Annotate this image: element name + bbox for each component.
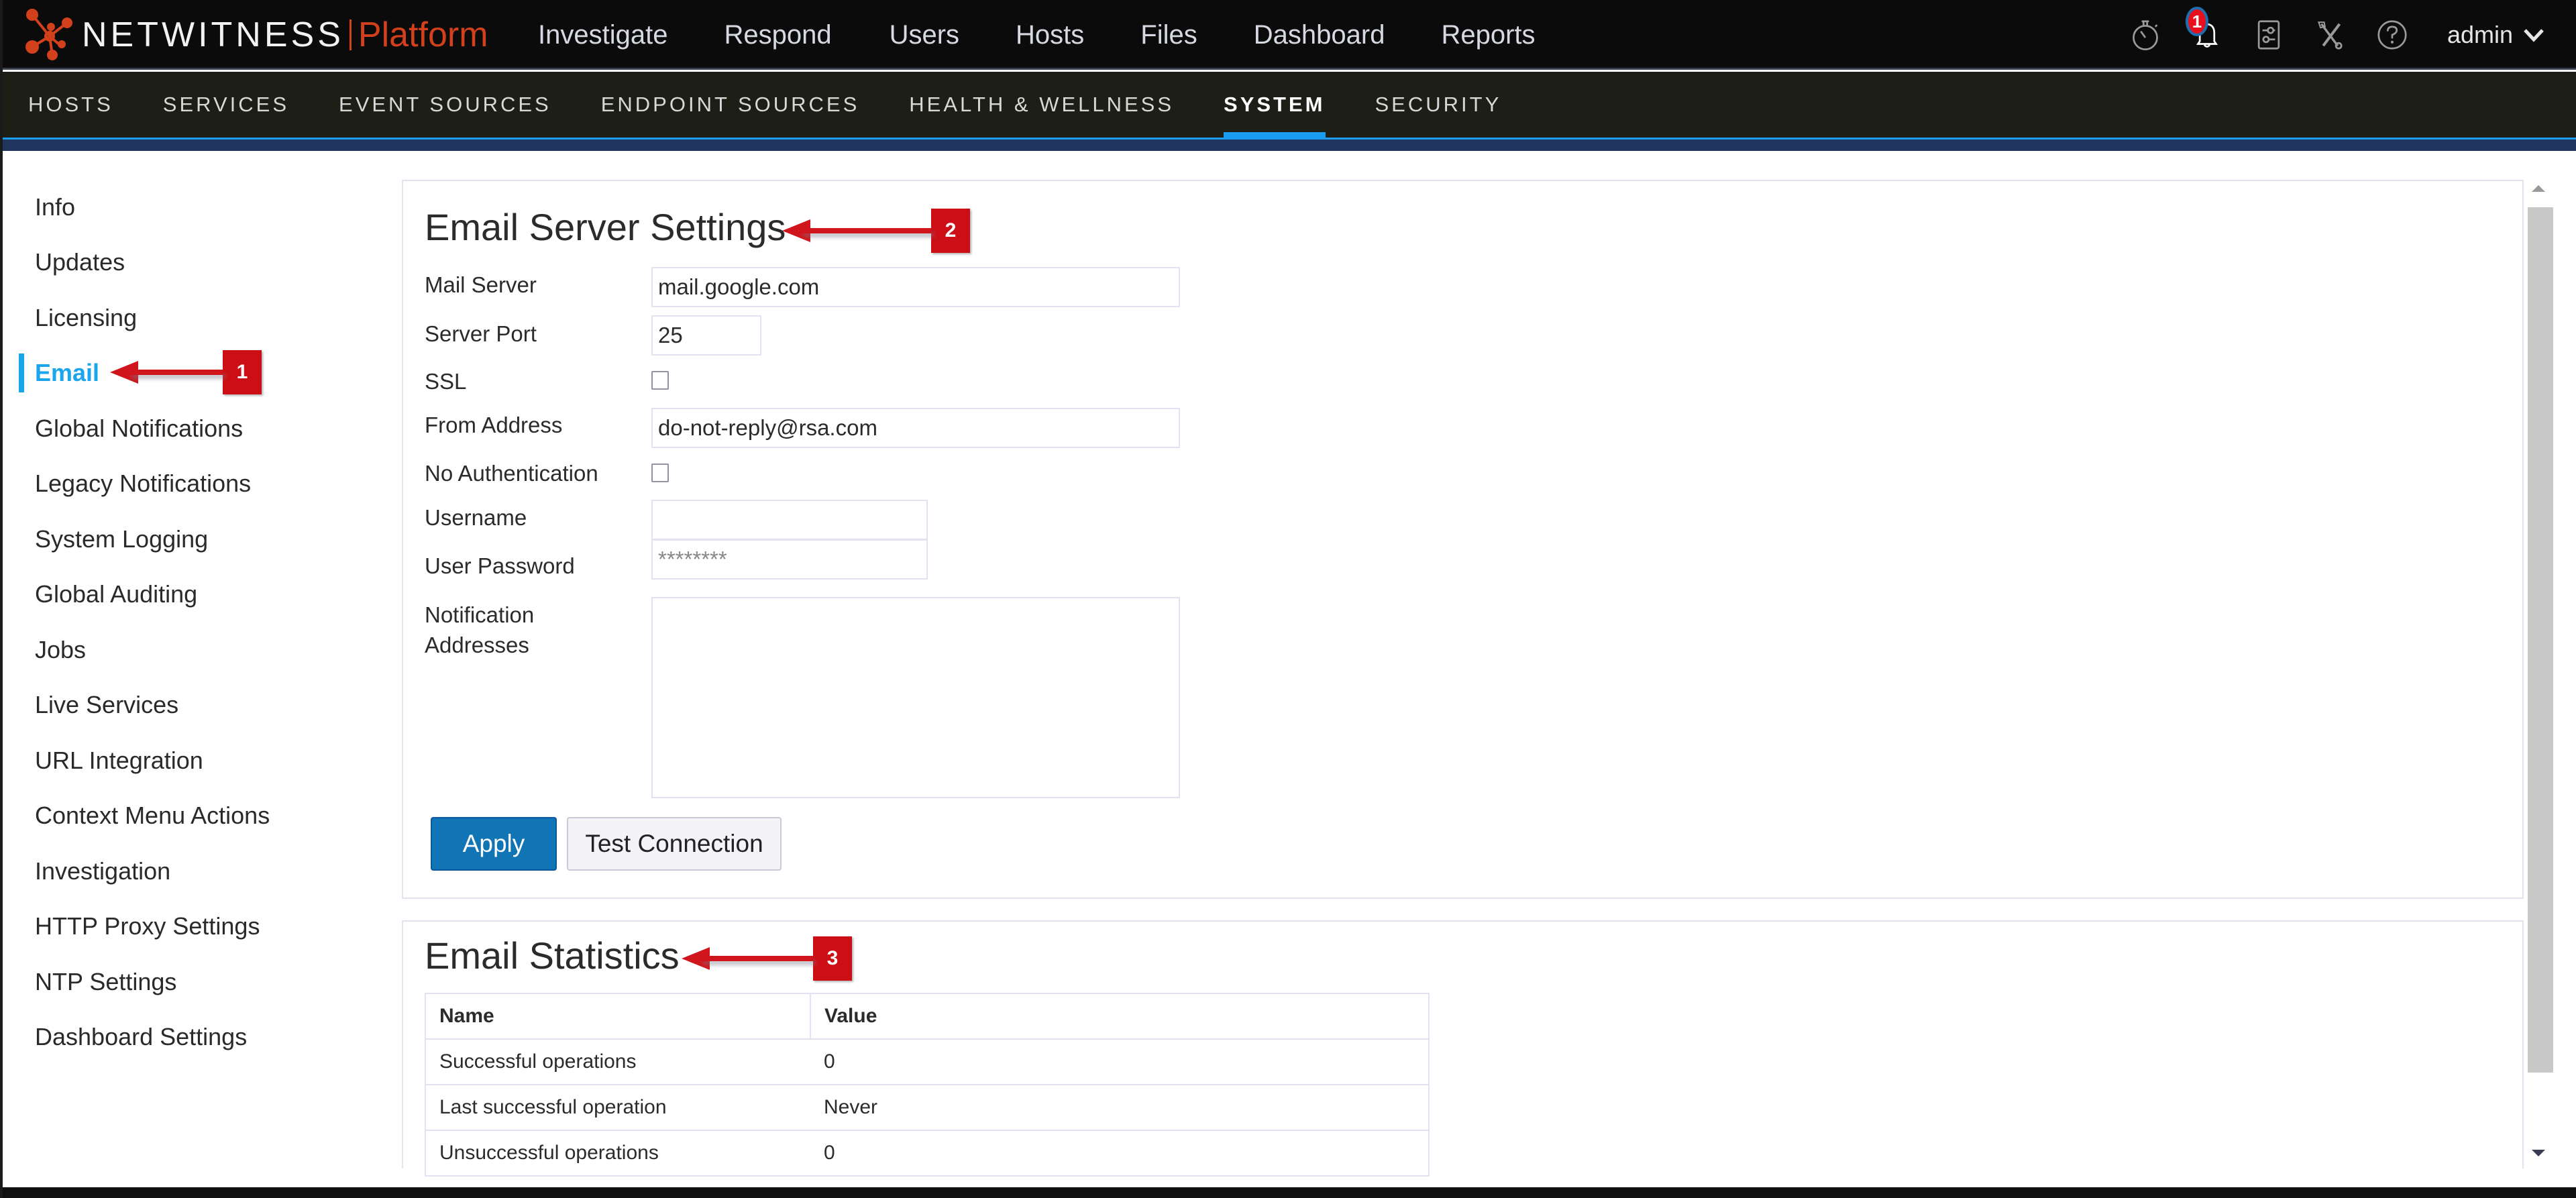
no-authentication-label: No Authentication [425,461,598,486]
sidebar-item-http-proxy-settings[interactable]: HTTP Proxy Settings [35,910,260,942]
email-statistics-title: Email Statistics [425,934,680,977]
from-address-input[interactable] [651,408,1180,448]
from-address-label: From Address [425,413,563,437]
brand-product: Platform [358,15,488,54]
nav-respond[interactable]: Respond [724,17,831,52]
window-bottom-edge [3,1187,2576,1198]
tools-icon [2317,21,2343,50]
sidebar-item-jobs[interactable]: Jobs [35,634,86,666]
app-window: NETWITNESS Platform Investigate Respond … [0,0,2576,1198]
email-statistics-panel: Email Statistics Name Value Successful o… [402,920,2524,1177]
column-header-value: Value [810,993,1430,1040]
username-input[interactable] [651,500,928,540]
sub-nav: HOSTS SERVICES EVENT SOURCES ENDPOINT SO… [3,72,2576,138]
table-row: Unsuccessful operations 0 [425,1130,1430,1177]
nav-users[interactable]: Users [890,17,959,52]
sidebar-item-url-integration[interactable]: URL Integration [35,745,203,777]
sidebar-item-legacy-notifications[interactable]: Legacy Notifications [35,468,251,500]
sidebar-item-licensing[interactable]: Licensing [35,302,137,334]
scroll-up-arrow-icon[interactable] [2532,185,2545,192]
scroll-down-arrow-icon[interactable] [2532,1150,2545,1156]
table-row: Successful operations 0 [425,1038,1430,1085]
table-row: Last successful operation Never [425,1084,1430,1131]
notifications-button[interactable]: 1 [2185,7,2227,55]
sidebar: Info Updates Licensing Email Global Noti… [3,151,398,1187]
notification-addresses-label-line2: Addresses [425,633,529,657]
top-header: NETWITNESS Platform Investigate Respond … [3,0,2576,70]
stopwatch-button[interactable] [2125,15,2165,55]
toolbar: 1 admin [2125,0,2576,70]
stat-value: 0 [810,1038,1430,1085]
brand-separator [349,19,352,50]
stat-value: Never [810,1084,1430,1131]
test-connection-button[interactable]: Test Connection [567,817,782,871]
sidebar-item-info[interactable]: Info [35,191,75,223]
nav-files[interactable]: Files [1140,17,1197,52]
sidebar-item-email[interactable]: Email [35,357,99,389]
sub-nav-tabs: HOSTS SERVICES EVENT SOURCES ENDPOINT SO… [28,72,1551,138]
settings-panel-icon [2257,20,2280,50]
stat-value: 0 [810,1130,1430,1177]
preferences-button[interactable] [2249,15,2289,55]
server-port-label: Server Port [425,321,537,346]
stat-name: Last successful operation [425,1084,810,1131]
email-server-settings-panel: Email Server Settings Mail Server Server… [402,180,2524,899]
sidebar-item-ntp-settings[interactable]: NTP Settings [35,966,176,998]
tab-event-sources[interactable]: EVENT SOURCES [339,72,551,138]
stopwatch-icon [2133,20,2158,50]
sidebar-item-context-menu-actions[interactable]: Context Menu Actions [35,800,270,832]
brand-name: NETWITNESS [82,15,344,54]
nav-reports[interactable]: Reports [1441,17,1535,52]
stat-name: Successful operations [425,1038,810,1085]
sidebar-item-live-services[interactable]: Live Services [35,689,178,721]
sidebar-item-dashboard-settings[interactable]: Dashboard Settings [35,1021,247,1053]
email-statistics-table: Name Value Successful operations 0 Last … [425,993,1430,1177]
notification-addresses-textarea[interactable] [651,597,1180,798]
sidebar-item-system-logging[interactable]: System Logging [35,523,208,555]
sidebar-item-global-auditing[interactable]: Global Auditing [35,578,197,610]
subnav-strip [3,140,2576,151]
ssl-label: SSL [425,369,467,394]
help-icon [2377,20,2407,50]
apply-button[interactable]: Apply [431,817,557,871]
tab-endpoint-sources[interactable]: ENDPOINT SOURCES [601,72,860,138]
scroll-thumb[interactable] [2528,207,2553,1073]
chevron-down-icon [2524,29,2544,42]
stat-name: Unsuccessful operations [425,1130,810,1177]
column-header-name: Name [425,993,810,1040]
user-name: admin [2447,21,2513,48]
nav-hosts[interactable]: Hosts [1016,17,1084,52]
mail-server-label: Mail Server [425,272,537,297]
tab-security[interactable]: SECURITY [1375,72,1502,138]
ssl-checkbox[interactable] [651,371,669,390]
nav-investigate[interactable]: Investigate [538,17,667,52]
notification-badge: 1 [2185,7,2208,36]
tab-health-wellness[interactable]: HEALTH & WELLNESS [909,72,1174,138]
username-label: Username [425,505,527,530]
admin-tools-button[interactable] [2310,15,2351,55]
logo[interactable]: NETWITNESS Platform [23,8,488,62]
sidebar-item-updates[interactable]: Updates [35,246,125,278]
mail-server-input[interactable] [651,267,1180,307]
email-server-settings-title: Email Server Settings [425,206,786,248]
no-authentication-checkbox[interactable] [651,464,669,482]
server-port-input[interactable] [651,315,761,356]
user-password-label: User Password [425,553,575,578]
tab-system[interactable]: SYSTEM [1224,72,1326,138]
sidebar-item-global-notifications[interactable]: Global Notifications [35,413,243,445]
user-password-input[interactable] [651,539,928,580]
help-button[interactable] [2372,15,2412,55]
table-header-row: Name Value [425,993,1430,1040]
vertical-scrollbar[interactable] [2526,180,2553,1166]
netwitness-logo-icon [25,9,72,60]
user-menu[interactable]: admin [2447,21,2545,49]
tab-hosts[interactable]: HOSTS [28,72,113,138]
tab-services[interactable]: SERVICES [163,72,289,138]
sidebar-active-indicator [19,353,24,392]
nav-dashboard[interactable]: Dashboard [1254,17,1385,52]
notification-addresses-label-line1: Notification [425,602,535,627]
sidebar-item-investigation[interactable]: Investigation [35,855,170,887]
main-nav: Investigate Respond Users Hosts Files Da… [538,17,1592,52]
